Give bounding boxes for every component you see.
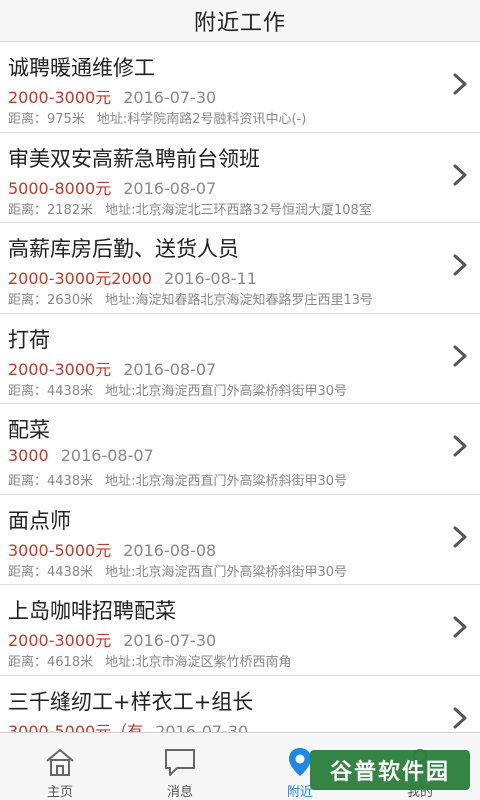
- job-address: 地址:北京海淀北三环西路32号恒润大厦108室: [105, 202, 372, 218]
- job-salary: 2000-3000元: [8, 631, 112, 650]
- job-distance: 距离：2630米: [8, 293, 94, 308]
- job-meta: 2000-3000元 2016-08-07: [8, 356, 216, 380]
- job-info: 距离：975米 地址:科学院南路2号融科资讯中心(-): [8, 108, 306, 127]
- chevron-right-icon: [453, 707, 467, 728]
- job-meta: 2000-3000元 2016-07-30: [8, 84, 216, 108]
- tab-home[interactable]: 主页: [0, 733, 120, 800]
- job-title: 上岛咖啡招聘配菜: [8, 599, 176, 623]
- chevron-right-icon: [453, 164, 467, 185]
- watermark-logo: 谷普软件园: [310, 750, 470, 790]
- job-meta: 2000-3000元2000 2016-08-11: [8, 265, 257, 289]
- top-bar: 附近工作: [0, 0, 480, 42]
- job-salary: 2000-3000元2000: [8, 269, 152, 288]
- job-list-item[interactable]: 高薪库房后勤、送货人员 2000-3000元2000 2016-08-11 距离：…: [0, 223, 480, 314]
- job-title: 高薪库房后勤、送货人员: [8, 237, 239, 261]
- job-address: 地址:北京海淀西直门外高粱桥斜街甲30号: [105, 383, 348, 399]
- job-info: 距离：4438米 地址:北京海淀西直门外高粱桥斜街甲30号: [8, 561, 347, 580]
- message-icon: [163, 745, 197, 779]
- job-address: 地址:科学院南路2号融科资讯中心(-): [96, 112, 307, 127]
- job-meta: 3000-5000元（有 2016-07-30: [8, 718, 248, 733]
- job-date: 2016-07-30: [123, 631, 217, 650]
- job-distance: 距离：975米: [8, 112, 85, 127]
- job-date: 2016-08-07: [123, 359, 217, 379]
- chevron-right-icon: [453, 616, 467, 638]
- job-meta: 5000-8000元 2016-08-07: [8, 175, 216, 199]
- home-icon: [43, 745, 77, 779]
- job-salary: 3000: [8, 446, 49, 465]
- job-address: 地址:北京海淀西直门外高粱桥斜街甲30号: [105, 474, 348, 489]
- job-date: 2016-07-30: [155, 721, 249, 733]
- job-list-item[interactable]: 配菜 3000 2016-08-07 距离：4438米 地址:北京海淀西直门外高粱桥…: [0, 404, 480, 495]
- chevron-right-icon: [453, 254, 467, 276]
- chevron-right-icon: [453, 345, 467, 366]
- job-address: 地址:海淀知春路北京海淀知春路罗庄西里13号: [105, 293, 374, 308]
- job-list-item[interactable]: 诚聘暖通维修工 2000-3000元 2016-07-30 距离：975米 地址:科…: [0, 42, 480, 133]
- job-info: 距离：4618米 地址:北京市海淀区紫竹桥西南角: [8, 651, 291, 670]
- job-list-item[interactable]: 打荷 2000-3000元 2016-08-07 距离：4438米 地址:北京海淀西…: [0, 313, 480, 404]
- job-info: 距离：4438米 地址:北京海淀西直门外高粱桥斜街甲30号: [8, 380, 347, 399]
- job-meta: 3000-5000元 2016-08-08: [8, 537, 216, 561]
- watermark-text: 谷普软件园: [329, 760, 450, 785]
- chevron-right-icon: [453, 435, 467, 457]
- job-title: 配菜: [8, 418, 50, 442]
- job-title: 三千缝纫工+样衣工+组长: [8, 689, 254, 714]
- job-date: 2016-08-08: [123, 540, 217, 560]
- job-address: 地址:北京海淀西直门外高粱桥斜街甲30号: [105, 564, 348, 580]
- job-info: 距离：2630米 地址:海淀知春路北京海淀知春路罗庄西里13号: [8, 289, 373, 308]
- job-distance: 距离：2182米: [8, 202, 94, 218]
- tab-label: 消息: [166, 785, 193, 800]
- job-meta: 2000-3000元 2016-07-30: [8, 627, 216, 651]
- page-title: 附近工作: [193, 10, 286, 36]
- job-info: 距离：4438米 地址:北京海淀西直门外高粱桥斜街甲30号: [8, 470, 347, 489]
- job-salary: 2000-3000元: [8, 88, 112, 107]
- job-info: 距离：2182米 地址:北京海淀北三环西路32号恒润大厦108室: [8, 199, 372, 218]
- job-title: 面点师: [8, 508, 71, 533]
- tab-label: 主页: [46, 785, 73, 800]
- job-distance: 距离：4438米: [8, 474, 94, 489]
- job-list: 诚聘暖通维修工 2000-3000元 2016-07-30 距离：975米 地址:科…: [0, 42, 480, 732]
- chevron-right-icon: [453, 526, 467, 547]
- job-salary: 3000-5000元（有: [8, 721, 144, 733]
- job-meta: 3000 2016-08-07: [8, 446, 154, 465]
- job-date: 2016-08-11: [163, 269, 257, 288]
- job-date: 2016-08-07: [123, 178, 217, 198]
- job-distance: 距离：4438米: [8, 564, 94, 580]
- chevron-right-icon: [453, 73, 467, 95]
- job-title: 审美双安高薪急聘前台领班: [8, 146, 260, 171]
- job-date: 2016-08-07: [60, 446, 154, 465]
- job-list-item[interactable]: 三千缝纫工+样衣工+组长 3000-5000元（有 2016-07-30: [0, 675, 480, 733]
- job-title: 打荷: [8, 327, 50, 352]
- job-list-item[interactable]: 上岛咖啡招聘配菜 2000-3000元 2016-07-30 距离：4618米 地址…: [0, 585, 480, 676]
- job-address: 地址:北京市海淀区紫竹桥西南角: [105, 655, 292, 670]
- job-distance: 距离：4618米: [8, 655, 94, 670]
- tab-messages[interactable]: 消息: [120, 733, 240, 800]
- job-date: 2016-07-30: [123, 88, 217, 107]
- job-salary: 2000-3000元: [8, 359, 112, 379]
- job-title: 诚聘暖通维修工: [8, 56, 155, 80]
- job-salary: 5000-8000元: [8, 178, 112, 198]
- job-distance: 距离：4438米: [8, 383, 94, 399]
- job-list-item[interactable]: 面点师 3000-5000元 2016-08-08 距离：4438米 地址:北京海淀…: [0, 494, 480, 585]
- job-list-item[interactable]: 审美双安高薪急聘前台领班 5000-8000元 2016-08-07 距离：218…: [0, 132, 480, 223]
- job-salary: 3000-5000元: [8, 540, 112, 560]
